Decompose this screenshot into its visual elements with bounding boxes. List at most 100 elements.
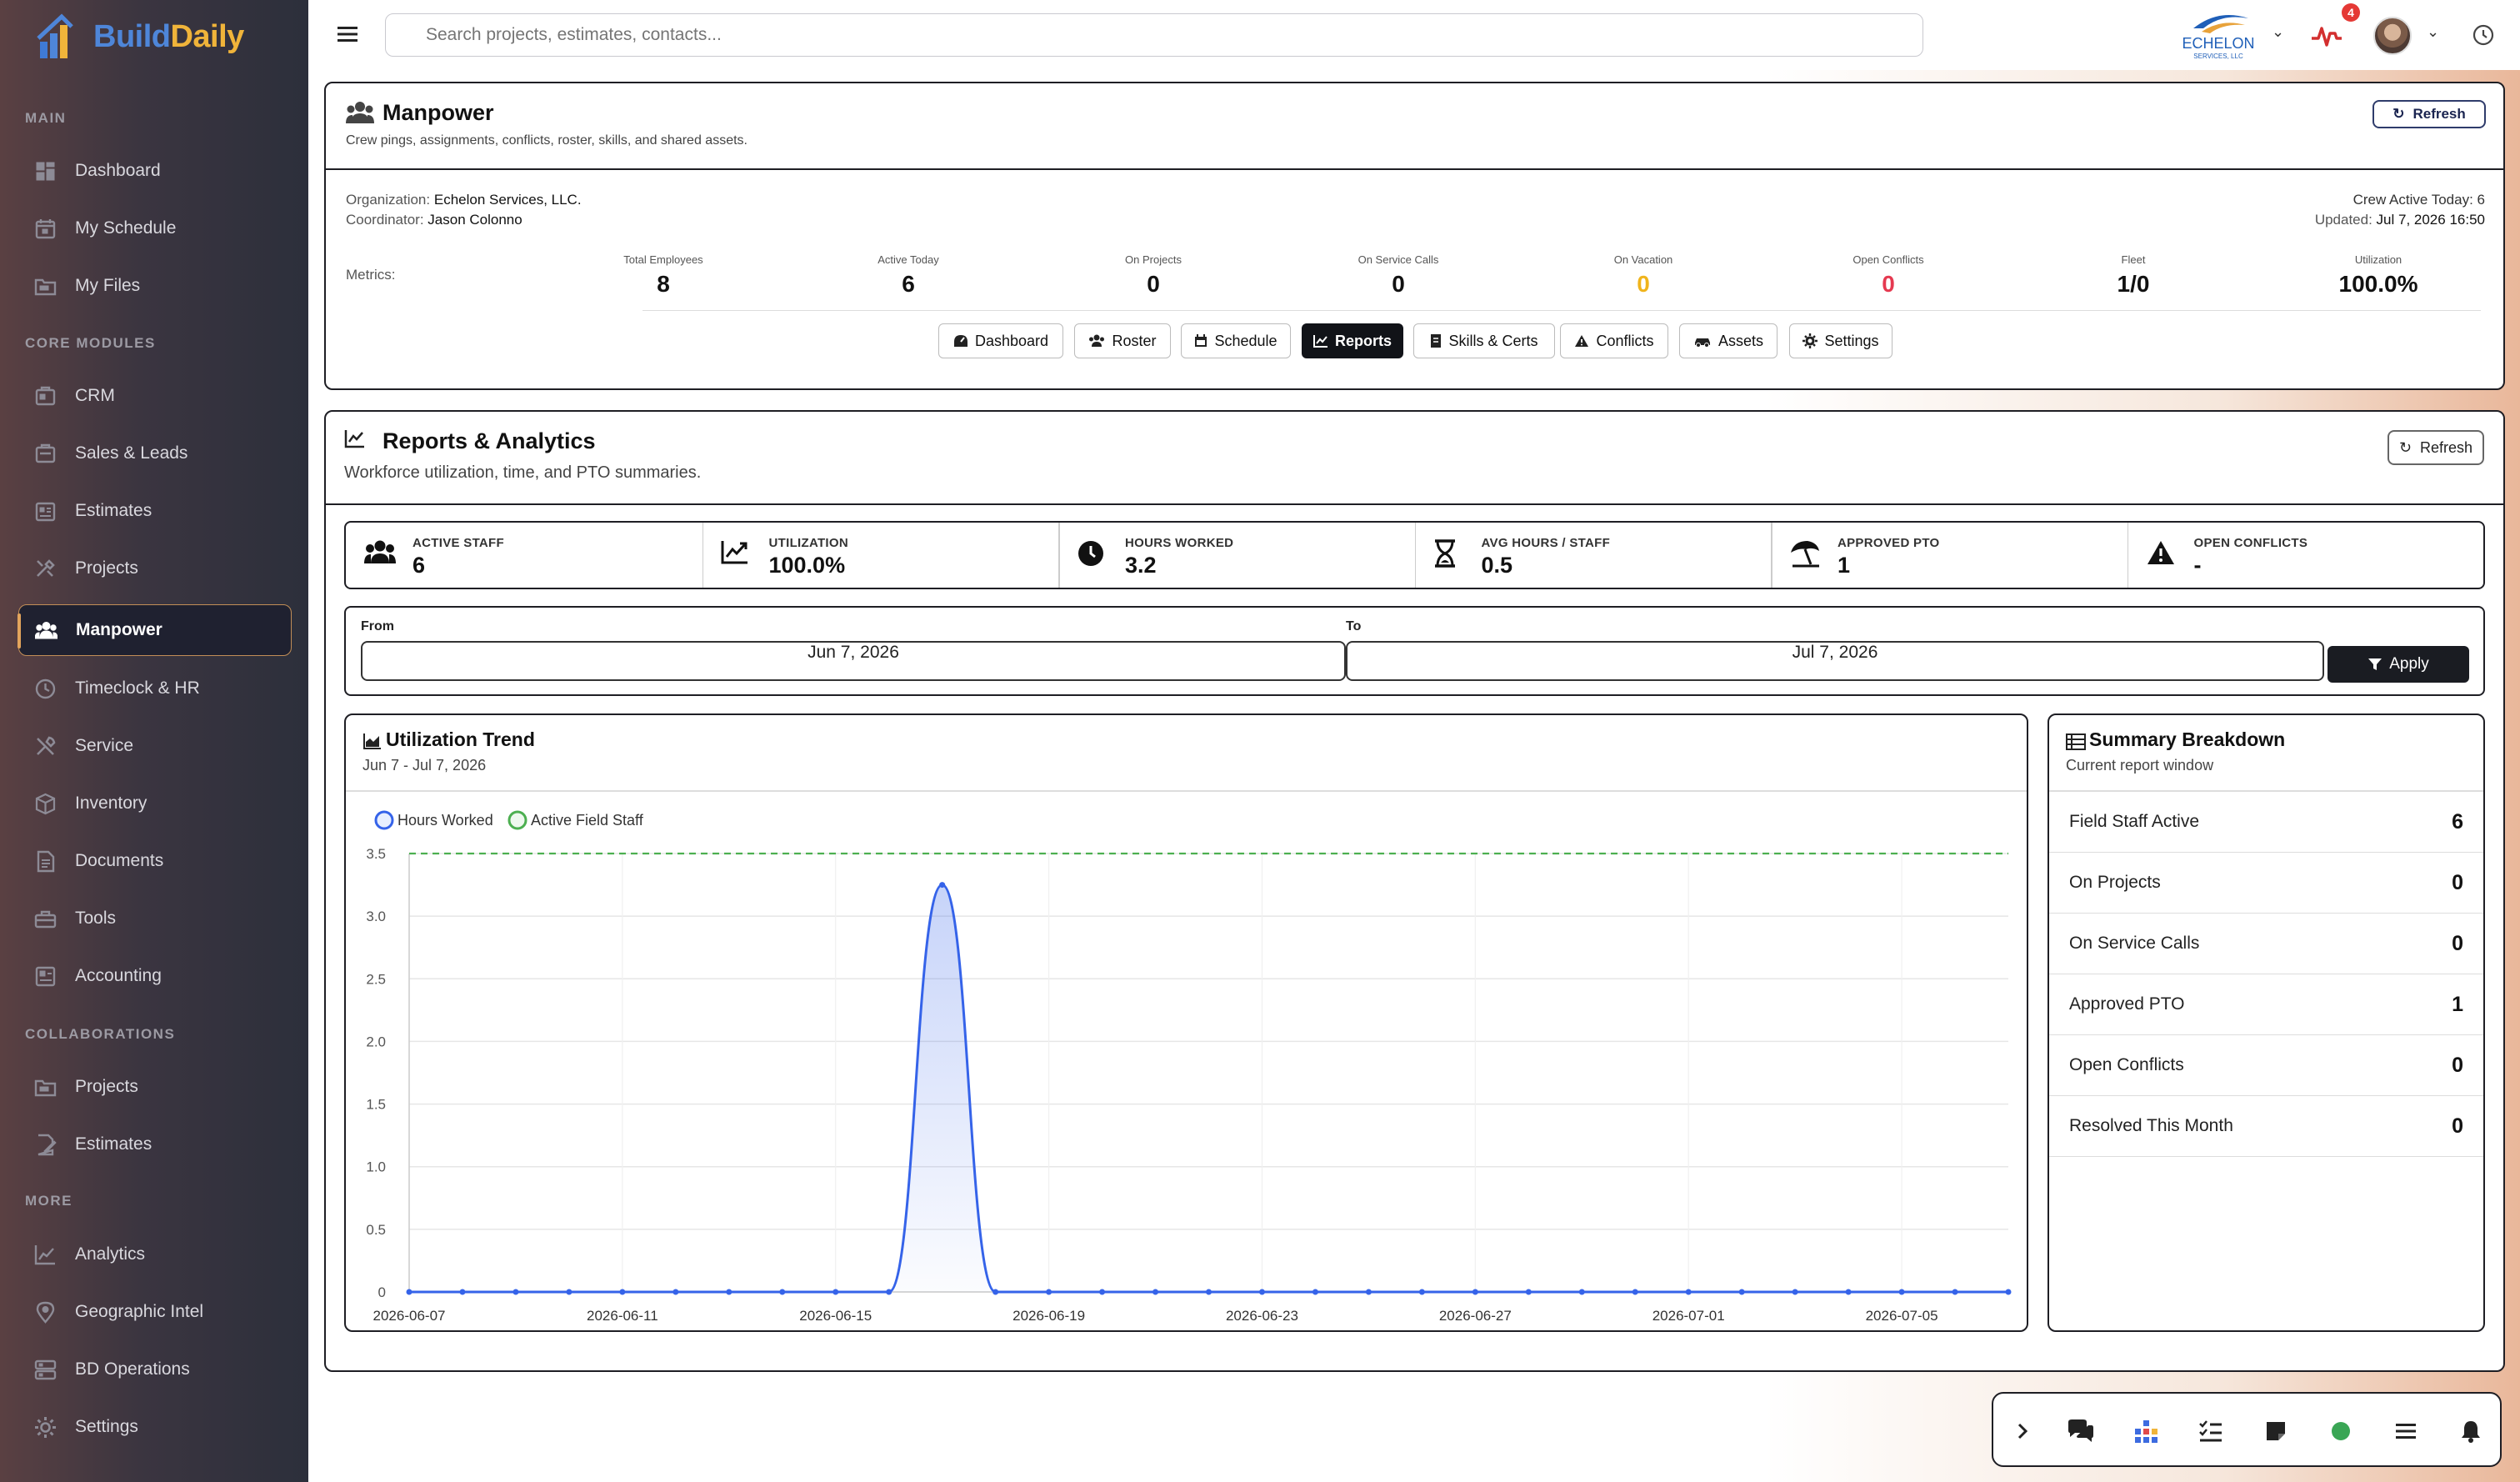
collapse-chevron-icon[interactable] bbox=[2008, 1417, 2037, 1445]
divider bbox=[326, 503, 2503, 505]
chart-subtitle: Jun 7 - Jul 7, 2026 bbox=[362, 757, 487, 774]
echelon-logo-icon: ECHELON SERVICES, LLC bbox=[2182, 15, 2255, 60]
sidebar-item-accounting[interactable]: Accounting bbox=[18, 950, 292, 1002]
sidebar-item-manpower[interactable]: Manpower bbox=[18, 604, 292, 656]
sticky-note-icon[interactable] bbox=[2262, 1417, 2290, 1445]
sidebar-item-estimates-collab[interactable]: Estimates bbox=[18, 1119, 292, 1170]
summary-breakdown-card: Summary Breakdown Current report window … bbox=[2048, 713, 2485, 1332]
box-icon bbox=[33, 792, 57, 815]
summary-row: Field Staff Active 6 bbox=[2049, 792, 2483, 853]
tab-label: Skills & Certs bbox=[1448, 332, 1538, 349]
hamburger-menu-icon[interactable] bbox=[335, 22, 360, 47]
x-tick-label: 2026-07-01 bbox=[1652, 1308, 1725, 1324]
sidebar-item-label: My Files bbox=[75, 276, 141, 295]
metric-label: On Vacation bbox=[1613, 253, 1673, 266]
org-switch-chevron-icon[interactable]: ⌄ bbox=[2272, 23, 2284, 41]
tools-icon bbox=[33, 557, 57, 580]
x-tick-label: 2026-06-23 bbox=[1226, 1308, 1298, 1324]
bell-icon[interactable] bbox=[2457, 1417, 2485, 1445]
sidebar-item-estimates[interactable]: Estimates bbox=[18, 485, 292, 537]
series-hours-worked-area bbox=[409, 884, 2008, 1292]
x-tick-label: 2026-06-27 bbox=[1439, 1308, 1512, 1324]
tab-label: Conflicts bbox=[1596, 332, 1654, 349]
task-list-icon[interactable] bbox=[2197, 1417, 2225, 1445]
metrics-divider bbox=[642, 310, 2481, 311]
manpower-refresh-button[interactable]: ↻ Refresh bbox=[2372, 100, 2486, 128]
sidebar-item-geographic-intel[interactable]: Geographic Intel bbox=[18, 1286, 292, 1338]
hours-worked-point bbox=[1046, 1289, 1052, 1295]
metric-value: 100.0% bbox=[2338, 271, 2418, 297]
x-tick-label: 2026-06-11 bbox=[587, 1308, 658, 1324]
tab-skills-certs[interactable]: Skills & Certs bbox=[1413, 323, 1555, 358]
summary-subtitle: Current report window bbox=[2066, 757, 2214, 774]
global-search-input[interactable] bbox=[385, 13, 1923, 57]
manpower-card: Manpower Crew pings, assignments, confli… bbox=[324, 82, 2505, 390]
sidebar-item-label: Geographic Intel bbox=[75, 1302, 204, 1321]
org-logo[interactable]: ECHELON SERVICES, LLC bbox=[2168, 7, 2268, 62]
svg-text:SERVICES, LLC: SERVICES, LLC bbox=[2193, 53, 2243, 60]
to-label: To bbox=[1346, 619, 1362, 633]
stat-separator bbox=[1058, 523, 1060, 588]
brand-logo[interactable]: BuildDaily bbox=[37, 12, 244, 62]
tab-conflicts[interactable]: Conflicts bbox=[1560, 323, 1668, 358]
sidebar-item-documents[interactable]: Documents bbox=[18, 835, 292, 887]
stat-hours-worked: HOURS WORKED 3.2 bbox=[1058, 523, 1415, 588]
activity-pulse-icon[interactable] bbox=[2308, 20, 2345, 50]
history-clock-icon[interactable] bbox=[2472, 23, 2495, 47]
metric-total-employees: Total Employees 8 bbox=[555, 253, 772, 298]
tab-roster[interactable]: Roster bbox=[1074, 323, 1171, 358]
warning-icon bbox=[1574, 334, 1589, 348]
tab-assets[interactable]: Assets bbox=[1679, 323, 1778, 358]
sidebar-item-settings[interactable]: Settings bbox=[18, 1401, 292, 1453]
sidebar-item-inventory[interactable]: Inventory bbox=[18, 778, 292, 829]
stat-separator bbox=[2127, 523, 2128, 588]
sidebar-item-crm[interactable]: CRM bbox=[18, 370, 292, 422]
metric-label: Open Conflicts bbox=[1852, 253, 1924, 266]
sidebar-item-tools[interactable]: Tools bbox=[18, 893, 292, 944]
sidebar-item-label: Estimates bbox=[75, 1134, 152, 1154]
sidebar-item-projects-collab[interactable]: Projects bbox=[18, 1061, 292, 1113]
reports-refresh-button[interactable]: ↻ Refresh bbox=[2388, 430, 2484, 465]
sidebar-item-service[interactable]: Service bbox=[18, 720, 292, 772]
tab-dashboard[interactable]: Dashboard bbox=[938, 323, 1063, 358]
hours-worked-point bbox=[512, 1289, 519, 1295]
hours-worked-point bbox=[1099, 1289, 1106, 1295]
nav-section-main: MAIN bbox=[25, 110, 67, 126]
stat-avg-hours-staff: AVG HOURS / STAFF 0.5 bbox=[1415, 523, 1772, 588]
metric-value: 1/0 bbox=[2117, 271, 2150, 297]
sidebar: BuildDaily MAIN CORE MODULES COLLABORATI… bbox=[0, 0, 308, 1482]
summary-title: Summary Breakdown bbox=[2089, 728, 2286, 750]
sidebar-item-timeclock-hr[interactable]: Timeclock & HR bbox=[18, 663, 292, 714]
sidebar-item-analytics[interactable]: Analytics bbox=[18, 1229, 292, 1280]
manpower-users-icon bbox=[346, 102, 374, 123]
to-date-input[interactable]: Jul 7, 2026 bbox=[1346, 641, 2324, 681]
sidebar-item-bd-operations[interactable]: BD Operations bbox=[18, 1344, 292, 1395]
apps-grid-icon[interactable] bbox=[2132, 1417, 2160, 1445]
hours-worked-point bbox=[406, 1289, 412, 1295]
user-menu-chevron-icon[interactable]: ⌄ bbox=[2427, 23, 2439, 41]
hours-worked-point bbox=[1845, 1289, 1852, 1295]
hours-worked-point bbox=[672, 1289, 679, 1295]
summary-row: Approved PTO 1 bbox=[2049, 974, 2483, 1035]
tab-schedule[interactable]: Schedule bbox=[1181, 323, 1291, 358]
sidebar-item-label: Accounting bbox=[75, 966, 162, 985]
sidebar-item-projects[interactable]: Projects bbox=[18, 543, 292, 594]
from-date-input[interactable]: Jun 7, 2026 bbox=[361, 641, 1346, 681]
summary-label: On Projects bbox=[2069, 873, 2161, 892]
hours-worked-point bbox=[939, 882, 946, 889]
user-avatar[interactable] bbox=[2373, 17, 2412, 55]
apply-button[interactable]: Apply bbox=[2328, 646, 2469, 683]
utilization-chart: 0 0.5 1.0 1.5 2.0 2.5 3.0 3.5 2026-06-07 2026-06-… bbox=[366, 810, 2012, 1324]
coordinator-line: Coordinator: Jason Colonno bbox=[346, 212, 522, 228]
clock-icon bbox=[33, 677, 57, 700]
chat-icon[interactable] bbox=[2067, 1417, 2095, 1445]
sidebar-item-my-files[interactable]: My Files bbox=[18, 260, 292, 312]
sidebar-item-sales-leads[interactable]: Sales & Leads bbox=[18, 428, 292, 479]
status-online-icon[interactable] bbox=[2327, 1417, 2355, 1445]
edit-doc-icon bbox=[33, 1133, 57, 1156]
tab-settings[interactable]: Settings bbox=[1789, 323, 1892, 358]
sidebar-item-dashboard[interactable]: Dashboard bbox=[18, 145, 292, 197]
menu-lines-icon[interactable] bbox=[2392, 1417, 2420, 1445]
tab-reports[interactable]: Reports bbox=[1302, 323, 1403, 358]
sidebar-item-my-schedule[interactable]: My Schedule bbox=[18, 203, 292, 254]
